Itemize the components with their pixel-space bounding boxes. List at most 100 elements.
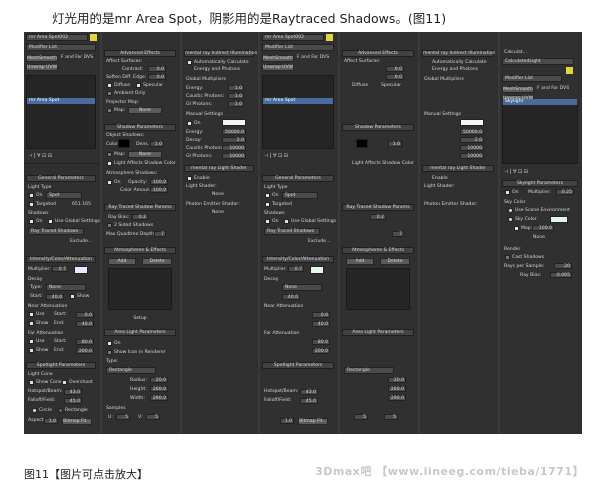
rollout-mr-indirect-2[interactable]: mental ray Indirect Illumination (422, 50, 495, 57)
atmos-list-2[interactable] (346, 268, 410, 310)
projector-map-button[interactable]: None (128, 107, 162, 114)
area-type-dropdown[interactable]: Rectangle (106, 367, 156, 374)
atmos-list[interactable] (108, 268, 172, 310)
show-icon-checkbox[interactable] (107, 350, 112, 355)
shader-enable-checkbox[interactable] (187, 176, 192, 181)
color-amount-spinner[interactable]: 100.0 (150, 187, 168, 193)
rollout-intensity[interactable]: Intensity/Color/Attenuation (26, 256, 96, 263)
bitmap-fit-button[interactable]: Bitmap Fit... (62, 418, 92, 425)
shadow-color-swatch[interactable] (118, 139, 130, 148)
object-color-swatch-2[interactable] (326, 34, 333, 41)
rollout-general-parameters-2[interactable]: General Parameters (262, 175, 334, 182)
show-cone-checkbox[interactable] (29, 380, 34, 385)
rollout-area-light-2[interactable]: Area Light Parameters (342, 329, 414, 336)
contrast-spinner-2[interactable]: 0.0 (386, 66, 404, 72)
near-end-spinner[interactable]: 40.0 (76, 321, 94, 327)
auto-calc-checkbox[interactable] (187, 60, 192, 65)
rollout-spotlight-2[interactable]: Spotlight Parameters (262, 362, 334, 369)
far-start-spinner[interactable]: 80.0 (76, 339, 94, 345)
area-on-checkbox[interactable] (107, 341, 112, 346)
global-energy-spinner[interactable]: 1.0 (228, 85, 244, 91)
decay-show-checkbox[interactable] (70, 294, 75, 299)
atmos-add-button[interactable]: Add (108, 258, 136, 265)
manual-color-swatch[interactable] (222, 119, 246, 126)
ambient-checkbox[interactable] (107, 91, 112, 96)
use-global-checkbox[interactable] (48, 219, 53, 224)
height-spinner-2[interactable]: 260.0 (388, 386, 406, 392)
exclude-button-2[interactable]: Exclude... (308, 239, 330, 245)
samples-u-spinner-2[interactable]: 5 (354, 414, 368, 420)
height-spinner[interactable]: 260.0 (150, 386, 168, 392)
rollout-mr-light-shader[interactable]: mental ray Light Shader (184, 165, 254, 172)
photon-shader-button[interactable]: None (190, 210, 246, 217)
near-show-checkbox[interactable] (29, 321, 34, 326)
shadow-type-dropdown-2[interactable]: Ray Traced Shadows (264, 228, 320, 235)
atmos-setup-button[interactable]: Setup (128, 316, 152, 323)
global-caustic-spinner[interactable]: 1.0 (228, 93, 244, 99)
rollout-skylight-params[interactable]: Skylight Parameters (502, 180, 578, 187)
shadow-map-checkbox[interactable] (107, 152, 112, 157)
light-on-checkbox[interactable] (29, 193, 34, 198)
rollout-intensity-2[interactable]: Intensity/Color/Attenuation (262, 256, 334, 263)
unwrap-button-2[interactable]: Unwrap UVW (262, 64, 294, 71)
radius-spinner[interactable]: 20.0 (150, 377, 168, 383)
light-type-dropdown-2[interactable]: Spot (282, 192, 318, 199)
light-color-swatch[interactable] (74, 266, 88, 274)
rollout-shadow-parameters-2[interactable]: Shadow Parameters (342, 124, 414, 131)
multiplier-spinner-2[interactable]: 0.7 (288, 266, 304, 272)
sky-map-checkbox[interactable] (514, 226, 519, 231)
sky-ray-bias-spinner[interactable]: 0.005 (550, 272, 572, 278)
modifier-list-dropdown-3[interactable]: Modifier List (502, 75, 562, 82)
calc-field[interactable]: CalculatedLight (502, 58, 574, 65)
decay-type-dropdown-2[interactable]: None (282, 284, 322, 291)
light-shader-button[interactable]: None (190, 192, 246, 199)
modifier-list-dropdown-2[interactable]: Modifier List (262, 44, 334, 51)
rollout-mr-indirect[interactable]: mental ray Indirect Illumination (184, 50, 257, 57)
cast-shadows-checkbox[interactable] (505, 255, 510, 260)
near-use-checkbox[interactable] (29, 312, 34, 317)
hotspot-spinner[interactable]: 43.0 (64, 389, 82, 395)
manual-decay-spinner[interactable]: 2.0 (222, 137, 246, 143)
rectangle-radio[interactable] (58, 408, 63, 413)
manual-on-checkbox[interactable] (187, 121, 192, 126)
manual-gi-spinner[interactable]: 10000 (222, 153, 246, 159)
sky-map-spinner[interactable]: 100.0 (532, 225, 554, 231)
rollout-atmospheres[interactable]: Atmospheres & Effects (104, 247, 176, 254)
exclude-button[interactable]: Exclude... (70, 239, 92, 245)
shadow-map-button[interactable]: None (128, 151, 162, 158)
rollout-rt-shadow-params[interactable]: Ray Traced Shadow Params (104, 204, 176, 211)
overshoot-checkbox[interactable] (62, 380, 67, 385)
aspect-spinner[interactable]: 1.0 (44, 418, 58, 424)
rollout-spotlight[interactable]: Spotlight Parameters (26, 362, 96, 369)
stack-tools-icon-2[interactable]: ⊣ ǀ ∀ ⊡ ⊟ (264, 153, 288, 159)
specular-checkbox[interactable] (136, 83, 141, 88)
rollout-general-parameters[interactable]: General Parameters (26, 175, 96, 182)
light-type-dropdown[interactable]: Spot (46, 192, 82, 199)
rollout-atmospheres-2[interactable]: Atmospheres & Effects (342, 247, 414, 254)
ray-bias-spinner-2[interactable]: 0.2 (370, 214, 386, 220)
manual-energy-spinner-2[interactable]: 50000.0 (460, 129, 484, 135)
manual-decay-spinner-2[interactable]: 2.0 (460, 137, 484, 143)
use-global-checkbox-2[interactable] (284, 219, 289, 224)
falloff-spinner-2[interactable]: 45.0 (300, 398, 318, 404)
max-depth-spinner[interactable]: 7 (154, 231, 166, 237)
map-checkbox[interactable] (107, 108, 112, 113)
two-sided-checkbox[interactable] (107, 223, 112, 228)
far-show-checkbox[interactable] (29, 348, 34, 353)
far-start-spinner-2[interactable]: 80.0 (312, 339, 330, 345)
object-name-field[interactable]: mr Area Spot002 (26, 34, 88, 41)
modifier-stack[interactable] (26, 75, 96, 149)
far-end-spinner[interactable]: 200.0 (76, 348, 94, 354)
unwrap-button[interactable]: Unwrap UVW (26, 64, 58, 71)
manual-color-swatch-2[interactable] (460, 119, 484, 126)
modifier-stack-2[interactable] (262, 75, 334, 149)
width-spinner-2[interactable]: 290.0 (388, 395, 406, 401)
manual-caustic-spinner[interactable]: 10000 (222, 145, 246, 151)
sky-on-checkbox[interactable] (505, 190, 510, 195)
targeted-checkbox-2[interactable] (265, 202, 270, 207)
area-type-dropdown-2[interactable]: Rectangle (344, 367, 394, 374)
radius-spinner-2[interactable]: 20.0 (388, 377, 406, 383)
atmos-add-button-2[interactable]: Add (346, 258, 374, 265)
samples-v-spinner-2[interactable]: 5 (384, 414, 398, 420)
meshsmooth-button-2[interactable]: MeshSmooth (262, 55, 294, 62)
